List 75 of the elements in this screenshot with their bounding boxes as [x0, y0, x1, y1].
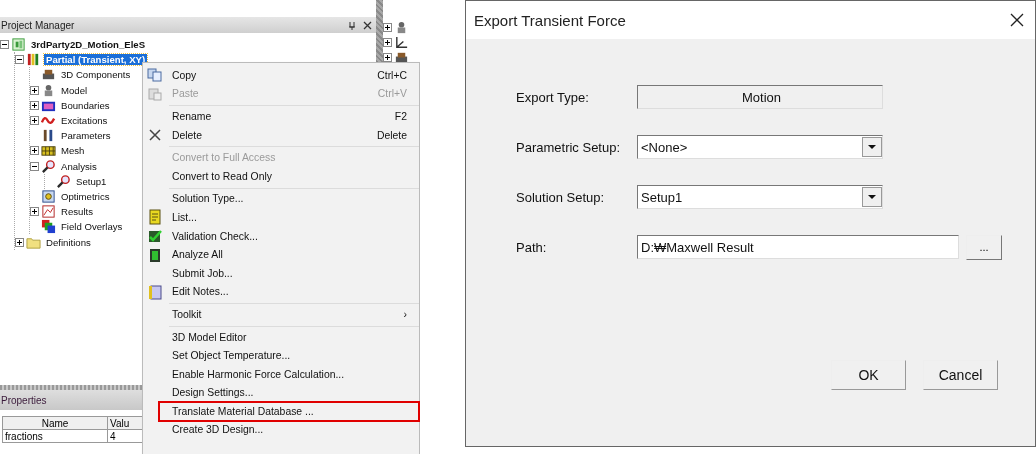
dropdown[interactable]: <None>: [637, 135, 883, 159]
copy-icon: [147, 67, 163, 84]
dropdown[interactable]: Setup1: [637, 185, 883, 209]
tree-item[interactable]: Mesh: [59, 145, 87, 157]
menu-item[interactable]: Translate Material Database ...: [159, 402, 419, 421]
menu-item[interactable]: Solution Type...: [143, 189, 419, 209]
menu-item[interactable]: Set Object Temperature...: [143, 346, 419, 365]
tree-item[interactable]: Parameters: [59, 130, 113, 142]
menu-item[interactable]: List...: [143, 208, 419, 227]
tree-item[interactable]: Boundaries: [59, 99, 112, 111]
tree-item[interactable]: Setup1: [74, 175, 109, 187]
bars-icon: [26, 52, 41, 68]
field-label: Solution Setup:: [516, 189, 606, 205]
document-icon: [11, 37, 26, 53]
expand-icon[interactable]: [30, 116, 39, 126]
grid-icon: [41, 143, 56, 159]
magnifier-icon: [56, 173, 71, 189]
collapse-icon[interactable]: [0, 40, 9, 50]
menu-item[interactable]: Submit Job...: [143, 263, 419, 283]
menu-item[interactable]: 3D Model Editor: [143, 327, 419, 347]
export-type-field: Motion: [637, 85, 883, 109]
check-icon: [147, 228, 163, 245]
menu-item[interactable]: Analyze All: [143, 245, 419, 264]
layers-icon: [41, 219, 56, 235]
close-icon[interactable]: [363, 20, 372, 30]
cancel-button[interactable]: Cancel: [923, 360, 998, 390]
magnifier-icon: [41, 158, 56, 174]
note-icon: [147, 209, 163, 226]
expand-icon[interactable]: [30, 207, 39, 217]
table-cell: fractions: [2, 429, 108, 443]
tree-item[interactable]: Analysis: [59, 160, 99, 172]
collapse-icon[interactable]: [15, 55, 24, 65]
menu-item[interactable]: Delete Delete: [143, 125, 419, 145]
tree-item[interactable]: 3rdParty2D_Motion_EleS: [29, 39, 148, 51]
tree-item[interactable]: Results: [59, 206, 95, 218]
field-label: Path:: [516, 239, 548, 255]
expand-icon[interactable]: [15, 237, 24, 247]
expand-icon[interactable]: [30, 146, 39, 156]
browse-button[interactable]: ...: [966, 234, 1002, 260]
menu-item[interactable]: Copy Ctrl+C: [143, 66, 419, 85]
tree-item[interactable]: Field Overlays: [59, 221, 125, 233]
menu-item[interactable]: Edit Notes...: [143, 282, 419, 302]
paste-icon: [147, 85, 163, 102]
menu-item[interactable]: Convert to Read Only: [143, 166, 419, 186]
pin-icon[interactable]: [347, 20, 356, 30]
panel-title: Properties: [1, 394, 47, 406]
menu-item[interactable]: Toolkit ›: [143, 305, 419, 324]
tree-item[interactable]: Definitions: [44, 236, 93, 248]
expand-icon[interactable]: [30, 100, 39, 110]
tree-item[interactable]: Excitations: [59, 115, 110, 127]
tree-item[interactable]: Model: [59, 84, 90, 96]
axes-icon: [394, 35, 409, 51]
column-header: Name: [2, 416, 108, 430]
menu-item[interactable]: Enable Harmonic Force Calculation...: [143, 364, 419, 384]
close-icon[interactable]: [1009, 12, 1025, 28]
expand-icon[interactable]: [383, 38, 392, 48]
menu-item[interactable]: Validation Check...: [143, 226, 419, 246]
target-icon: [41, 188, 56, 204]
notes-icon: [147, 283, 163, 300]
chart-icon: [41, 204, 56, 220]
menu-item[interactable]: Rename F2: [143, 107, 419, 126]
collapse-icon[interactable]: [30, 161, 39, 171]
menu-item[interactable]: Design Settings...: [143, 383, 419, 403]
field-label: Parametric Setup:: [516, 139, 622, 155]
tree-item[interactable]: Optimetrics: [59, 190, 112, 202]
ok-button[interactable]: OK: [831, 360, 906, 390]
dialog-title: Export Transient Force: [474, 11, 627, 29]
expand-icon[interactable]: [383, 23, 392, 33]
path-field[interactable]: D:₩Maxwell Result: [637, 235, 959, 259]
expand-icon[interactable]: [383, 53, 392, 63]
battery-icon: [147, 246, 163, 263]
panel-title: Project Manager: [1, 19, 76, 31]
field-label: Export Type:: [516, 89, 590, 105]
tree-item[interactable]: 3D Components: [59, 69, 133, 81]
expand-icon[interactable]: [30, 85, 39, 95]
